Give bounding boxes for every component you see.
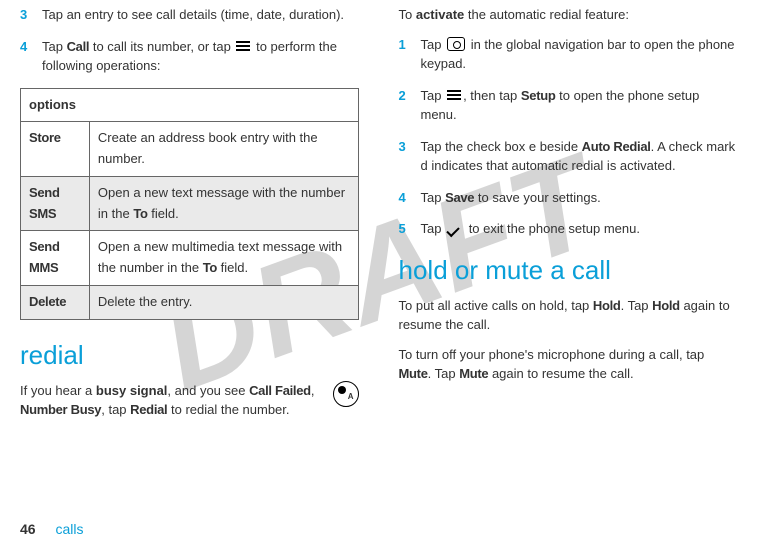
step-number: 1: [399, 35, 411, 74]
content-columns: 3 Tap an entry to see call details (time…: [20, 0, 737, 430]
mute-label: Mute: [399, 366, 428, 381]
text: If you hear a: [20, 383, 96, 398]
menu-icon: [447, 90, 461, 100]
step-text: Tap to exit the phone setup menu.: [421, 219, 738, 239]
text: in the global navigation bar to open the…: [421, 37, 735, 72]
step-5: 5 Tap to exit the phone setup menu.: [399, 219, 738, 239]
text: , then tap: [463, 88, 521, 103]
auto-redial-icon: [333, 381, 359, 413]
section-label: calls: [55, 521, 83, 537]
step-text: Tap the check box e beside Auto Redial. …: [421, 137, 738, 176]
number-busy: Number Busy: [20, 402, 101, 417]
mute-paragraph: To turn off your phone's microphone duri…: [399, 345, 738, 384]
option-desc: Create an address book entry with the nu…: [89, 122, 358, 177]
call-label: Call: [67, 39, 90, 54]
text: Tap: [421, 37, 446, 52]
text: again to resume the call.: [488, 366, 633, 381]
text: ,: [311, 383, 315, 398]
step-number: 2: [399, 86, 411, 125]
step-number: 3: [399, 137, 411, 176]
step-4b: 4 Tap Save to save your settings.: [399, 188, 738, 208]
step-number: 3: [20, 5, 32, 25]
text: the automatic redial feature:: [464, 7, 629, 22]
text: Tap the check box e beside: [421, 139, 582, 154]
text: To put all active calls on hold, tap: [399, 298, 593, 313]
mute-label: Mute: [459, 366, 488, 381]
hold-label: Hold: [652, 298, 680, 313]
busy-signal: busy signal: [96, 383, 168, 398]
option-name: Send MMS: [21, 231, 90, 286]
step-3: 3 Tap an entry to see call details (time…: [20, 5, 359, 25]
step-number: 5: [399, 219, 411, 239]
step-3b: 3 Tap the check box e beside Auto Redial…: [399, 137, 738, 176]
text: Tap: [421, 221, 446, 236]
text: , tap: [101, 402, 130, 417]
text: To: [399, 7, 416, 22]
hold-paragraph: To put all active calls on hold, tap Hol…: [399, 296, 738, 335]
step-number: 4: [20, 37, 32, 76]
step-text: Tap Save to save your settings.: [421, 188, 738, 208]
text: Tap: [421, 88, 446, 103]
text: . Tap: [428, 366, 460, 381]
text: to exit the phone setup menu.: [465, 221, 640, 236]
table-row: Store Create an address book entry with …: [21, 122, 359, 177]
option-desc: Open a new multimedia text message with …: [89, 231, 358, 286]
phone-nav-icon: [447, 37, 465, 51]
step-text: Tap , then tap Setup to open the phone s…: [421, 86, 738, 125]
redial-heading: redial: [20, 336, 359, 375]
menu-icon: [236, 41, 250, 51]
call-failed: Call Failed: [249, 383, 311, 398]
hold-mute-heading: hold or mute a call: [399, 251, 738, 290]
page-footer: 46 calls: [20, 519, 83, 540]
text: Tap: [421, 190, 446, 205]
step-number: 4: [399, 188, 411, 208]
table-header-row: options: [21, 88, 359, 122]
step-1: 1 Tap in the global navigation bar to op…: [399, 35, 738, 74]
options-header: options: [21, 88, 359, 122]
activate-word: activate: [416, 7, 464, 22]
text: . Tap: [621, 298, 653, 313]
step-4: 4 Tap Call to call its number, or tap to…: [20, 37, 359, 76]
table-row: Send MMS Open a new multimedia text mess…: [21, 231, 359, 286]
step-2: 2 Tap , then tap Setup to open the phone…: [399, 86, 738, 125]
text: Tap: [42, 39, 67, 54]
text: To turn off your phone's microphone duri…: [399, 347, 705, 362]
table-row: Send SMS Open a new text message with th…: [21, 176, 359, 231]
left-column: 3 Tap an entry to see call details (time…: [20, 5, 359, 430]
setup-label: Setup: [521, 88, 556, 103]
activate-intro: To activate the automatic redial feature…: [399, 5, 738, 25]
auto-redial-label: Auto Redial: [582, 139, 651, 154]
table-row: Delete Delete the entry.: [21, 286, 359, 320]
option-desc: Delete the entry.: [89, 286, 358, 320]
option-desc: Open a new text message with the number …: [89, 176, 358, 231]
right-column: To activate the automatic redial feature…: [399, 5, 738, 430]
to-field: To: [203, 260, 217, 275]
option-name: Store: [21, 122, 90, 177]
save-label: Save: [445, 190, 474, 205]
text: field.: [148, 206, 179, 221]
step-text: Tap in the global navigation bar to open…: [421, 35, 738, 74]
text: to redial the number.: [167, 402, 289, 417]
page-number: 46: [20, 521, 36, 537]
step-text: Tap an entry to see call details (time, …: [42, 5, 359, 25]
to-field: To: [133, 206, 147, 221]
text: to save your settings.: [474, 190, 600, 205]
text: to call its number, or tap: [89, 39, 234, 54]
redial-paragraph: If you hear a busy signal, and you see C…: [20, 381, 359, 420]
options-table: options Store Create an address book ent…: [20, 88, 359, 320]
option-name: Delete: [21, 286, 90, 320]
text: , and you see: [167, 383, 249, 398]
redial-label: Redial: [130, 402, 167, 417]
option-name: Send SMS: [21, 176, 90, 231]
ok-check-icon: [447, 225, 463, 235]
step-text: Tap Call to call its number, or tap to p…: [42, 37, 359, 76]
hold-label: Hold: [593, 298, 621, 313]
text: field.: [217, 260, 248, 275]
